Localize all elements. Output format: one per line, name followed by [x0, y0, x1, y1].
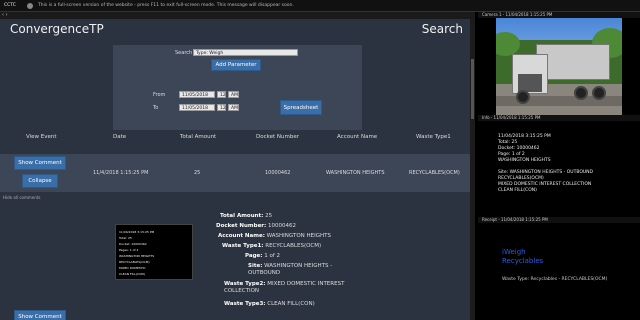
nav-arrows-icon[interactable]: ‹ ›	[2, 12, 8, 18]
from-label: From	[153, 92, 166, 98]
collapse-button[interactable]: Collapse	[22, 174, 58, 188]
show-comment-button-2[interactable]: Show Comment	[14, 310, 66, 320]
thumb-line: Total: 25	[119, 236, 132, 240]
info-line: 11/04/2018 3:15:25 PM	[498, 134, 551, 139]
receipt-thumbnail[interactable]: 11/04/2018 3:15:25 PM Total: 25 Docket: …	[115, 224, 193, 280]
row-docket-number: 10000462	[265, 170, 291, 176]
wheel-shape	[592, 86, 606, 100]
col-date[interactable]: Date	[113, 134, 126, 140]
thumb-line: WASHINGTON HEIGHTS	[119, 254, 155, 258]
table-row[interactable]: Show Comment Collapse 11/4/2018 1:15:25 …	[0, 154, 475, 192]
info-line: MIXED DOMESTIC INTEREST COLLECTION	[498, 182, 592, 187]
to-date-input[interactable]: 11/05/2018	[179, 104, 215, 111]
event-detail: 11/04/2018 3:15:25 PM Total: 25 Docket: …	[0, 202, 475, 320]
row-total-amount: 25	[194, 170, 201, 176]
info-line: WASHINGTON HEIGHTS	[498, 158, 551, 163]
app-header: ConvergenceTP Search	[0, 19, 475, 41]
to-label: To	[153, 105, 159, 111]
row-account-name: WASHINGTON HEIGHTS	[326, 170, 385, 176]
col-docket-number[interactable]: Docket Number	[256, 134, 299, 140]
col-total-amount[interactable]: Total Amount	[180, 134, 216, 140]
right-column: Camera 1 - 11/04/2018 1:15:25 PM Info - …	[478, 12, 640, 320]
from-date-input[interactable]: 11/05/2018	[179, 91, 215, 98]
col-waste-type[interactable]: Waste Type1	[416, 134, 451, 140]
detail-waste-type2: Waste Type2: MIXED DOMESTIC INTEREST COL…	[224, 281, 345, 294]
spreadsheet-button[interactable]: Spreadsheet	[280, 100, 322, 115]
info-line: Site: WASHINGTON HEIGHTS - OUTBOUND	[498, 170, 593, 175]
receipt-pane-title: Receipt - 11/04/2018 1:15:25 PM	[478, 217, 640, 223]
from-ampm-select[interactable]: AM	[228, 91, 239, 98]
detail-site: Site: WASHINGTON HEIGHTS - OUTBOUND	[248, 263, 333, 276]
row-waste-type: RECYCLABLES(OCM)	[409, 170, 460, 176]
truck-photo[interactable]	[496, 18, 622, 120]
brand-subtitle: Waste Type: Recyclables - RECYCLABLES(OC…	[502, 277, 608, 282]
info-line: Docket: 10000462	[498, 146, 540, 151]
search-link[interactable]: Search	[422, 22, 463, 36]
detail-page: Page: 1 of 2	[245, 253, 281, 259]
thumb-line: CLEAN FILL(CON)	[119, 272, 145, 276]
wheel-shape	[574, 86, 588, 100]
thumb-line: RECYCLABLES(OCM)	[119, 260, 150, 264]
brand-logo: iWeigh Recyclables	[502, 248, 544, 265]
thumb-line: MIXED DOMESTIC	[119, 266, 146, 270]
scrollbar-thumb[interactable]	[471, 59, 474, 119]
row-date: 11/4/2018 1:15:25 PM	[93, 170, 149, 176]
filter-panel: Search Type: Weigh Add Parameter From 11…	[113, 45, 362, 143]
col-account-name[interactable]: Account Name	[337, 134, 377, 140]
detail-waste-type3: Waste Type3: CLEAN FILL(CON)	[224, 301, 315, 307]
detail-account-name: Account Name: WASHINGTON HEIGHTS	[218, 233, 332, 239]
main-panel: ConvergenceTP Search Search Type: Weigh …	[0, 19, 475, 320]
detail-docket-number: Docket Number: 10000462	[216, 223, 296, 229]
info-line: CLEAN FILL(CON)	[498, 188, 537, 193]
col-view-event[interactable]: View Event	[26, 134, 57, 140]
search-select[interactable]: Type: Weigh	[193, 49, 298, 56]
add-parameter-button[interactable]: Add Parameter	[211, 59, 261, 71]
thumb-line: Pages: 1 of 2	[119, 248, 139, 252]
info-icon	[27, 3, 33, 9]
detail-total-amount: Total Amount: 25	[220, 213, 273, 219]
app-title: ConvergenceTP	[10, 22, 104, 36]
info-line: RECYCLABLES(OCM)	[498, 176, 544, 181]
browser-notification-bar: CCTC This is a full-screen version of th…	[0, 0, 640, 12]
main-scrollbar[interactable]	[470, 19, 475, 320]
browser-title: CCTC	[4, 3, 16, 8]
to-ampm-select[interactable]: AM	[228, 104, 239, 111]
nav-strip: ‹ ›	[0, 12, 475, 19]
show-comment-button[interactable]: Show Comment	[14, 156, 66, 170]
detail-waste-type1: Waste Type1: RECYCLABLES(OCM)	[222, 243, 322, 249]
hide-comments-link[interactable]: Hide all comments	[3, 195, 40, 200]
fullscreen-message: This is a full-screen version of the web…	[38, 3, 294, 8]
thumb-line: 11/04/2018 3:15:25 PM	[119, 230, 155, 234]
info-line: Page: 1 of 2	[498, 152, 525, 157]
wheel-shape	[516, 90, 530, 104]
info-pane-title: Info - 11/04/2018 1:15:25 PM	[478, 115, 640, 121]
thumb-line: Docket: 10000462	[119, 242, 147, 246]
info-line: Total: 25	[498, 140, 518, 145]
from-hour-select[interactable]: 12	[217, 91, 226, 98]
search-label: Search	[175, 50, 193, 56]
results-table-header: View Event Date Total Amount Docket Numb…	[0, 130, 475, 144]
to-hour-select[interactable]: 12	[217, 104, 226, 111]
